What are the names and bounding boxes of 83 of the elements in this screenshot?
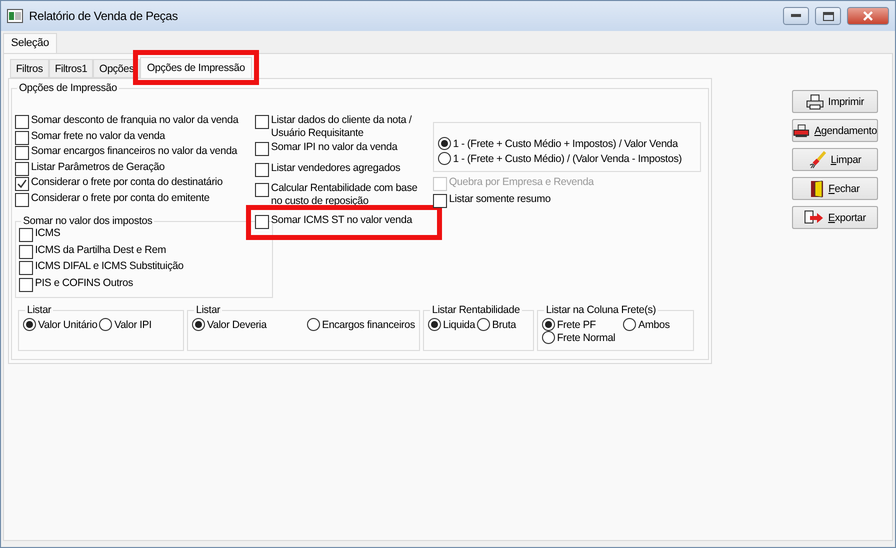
checkbox-label: Listar somente resumo: [449, 192, 551, 206]
checkbox-label: Calcular Rentabilidade com base no custo de reposição: [271, 182, 418, 208]
checkbox[interactable]: [255, 142, 269, 156]
checkbox-label: ICMS: [35, 227, 60, 240]
checkbox-label: Quebra por Empresa e Revenda: [449, 176, 594, 189]
group-title: Listar: [26, 304, 52, 316]
checkbox[interactable]: [15, 130, 29, 144]
radio-label: Bruta: [492, 318, 516, 330]
radio-label: 1 - (Frete + Custo Médio + Impostos) / Valor Venda: [453, 138, 678, 150]
checkbox-label: Somar encargos financeiros no valor da venda: [31, 145, 238, 158]
checkbox[interactable]: [15, 177, 29, 191]
checkbox[interactable]: [15, 162, 29, 176]
checkbox-label: ICMS da Partilha Dest e Rem: [35, 244, 166, 256]
checkbox-label: Listar dados do cliente da nota / Usuário Requisitante: [271, 114, 413, 140]
checkbox-label: Somar desconto de franquia no valor da venda: [31, 114, 238, 127]
checkbox-label: Somar frete no valor da venda: [31, 130, 165, 142]
action-button[interactable]: Imprimir: [792, 90, 878, 113]
action-button[interactable]: Exportar: [792, 206, 878, 229]
radio-button[interactable]: [477, 318, 490, 331]
radio-button[interactable]: [428, 318, 441, 331]
action-button[interactable]: Fechar: [792, 177, 878, 200]
tab[interactable]: Seleção: [3, 33, 58, 53]
minimize-icon: [791, 14, 801, 18]
checkbox-label: Somar IPI no valor da venda: [271, 141, 399, 154]
checkbox-label: PIS e COFINS Outros: [35, 276, 133, 290]
group-title: Opções de Impressão: [18, 82, 118, 94]
broom-icon: [808, 150, 827, 168]
group-title: Listar: [195, 304, 222, 316]
app-icon: [7, 9, 23, 23]
radio-button[interactable]: [623, 318, 636, 331]
checkbox-label: Considerar o frete por conta do emitente: [31, 192, 210, 204]
checkbox[interactable]: [19, 261, 33, 275]
printer-icon: [806, 94, 824, 110]
checkbox[interactable]: [15, 192, 29, 206]
checkbox-label: Listar vendedores agregados: [271, 162, 402, 174]
checkbox-label: Considerar o frete por conta do destinatário: [31, 176, 223, 189]
radio-label: Frete Normal: [557, 332, 616, 344]
checkbox[interactable]: [19, 228, 33, 242]
checkbox[interactable]: [255, 115, 269, 129]
door-icon: [810, 180, 824, 198]
tab[interactable]: Filtros: [10, 59, 49, 78]
checkbox[interactable]: [255, 162, 269, 176]
radio-button[interactable]: [306, 318, 320, 331]
radio-button[interactable]: [542, 331, 555, 344]
radio-label: Valor IPI: [114, 318, 152, 330]
radio-label: Encargos financeiros: [322, 318, 415, 330]
checkbox[interactable]: [255, 183, 269, 197]
close-icon: [862, 11, 874, 21]
group-title: Listar na Coluna Frete(s): [545, 304, 657, 316]
radio-label: Ambos: [638, 318, 670, 330]
minimize-button[interactable]: [783, 7, 809, 25]
checkbox[interactable]: [19, 278, 33, 292]
printer-icon: [793, 122, 810, 138]
radio-button[interactable]: [99, 318, 112, 331]
radio-button[interactable]: [438, 152, 451, 165]
checkbox[interactable]: [15, 146, 29, 160]
checkbox[interactable]: [255, 215, 269, 229]
group-title: Somar no valor dos impostos: [22, 215, 154, 227]
checkbox[interactable]: [15, 115, 29, 129]
radio-label: Liquida: [443, 318, 476, 330]
checkbox-label: Somar ICMS ST no valor venda: [271, 214, 414, 227]
checkbox-label: Listar Parâmetros de Geração: [31, 160, 165, 174]
checkbox[interactable]: [19, 244, 33, 258]
tab[interactable]: Filtros1: [48, 59, 94, 78]
radio-button[interactable]: [542, 318, 555, 331]
radio-button[interactable]: [438, 137, 451, 150]
checkbox-label: ICMS DIFAL e ICMS Substituição: [35, 260, 184, 273]
radio-button[interactable]: [192, 318, 205, 331]
radio-label: 1 - (Frete + Custo Médio) / (Valor Venda - Impostos): [453, 152, 682, 164]
export-icon: [804, 210, 824, 226]
action-button[interactable]: Agendamento: [792, 119, 878, 142]
window-title: Relatório de Venda de Peças: [29, 9, 179, 23]
radio-button[interactable]: [23, 318, 36, 331]
group-title: Listar Rentabilidade: [431, 304, 521, 316]
maximize-button[interactable]: [815, 7, 841, 25]
radio-label: Valor Unitário: [38, 318, 98, 330]
maximize-icon: [822, 12, 834, 20]
close-button[interactable]: [847, 7, 889, 25]
radio-label: Valor Deveria: [207, 318, 267, 330]
checkbox[interactable]: [433, 194, 447, 208]
radio-label: Frete PF: [557, 318, 596, 330]
action-button[interactable]: Limpar: [792, 148, 878, 171]
tab[interactable]: Opções: [93, 59, 140, 78]
